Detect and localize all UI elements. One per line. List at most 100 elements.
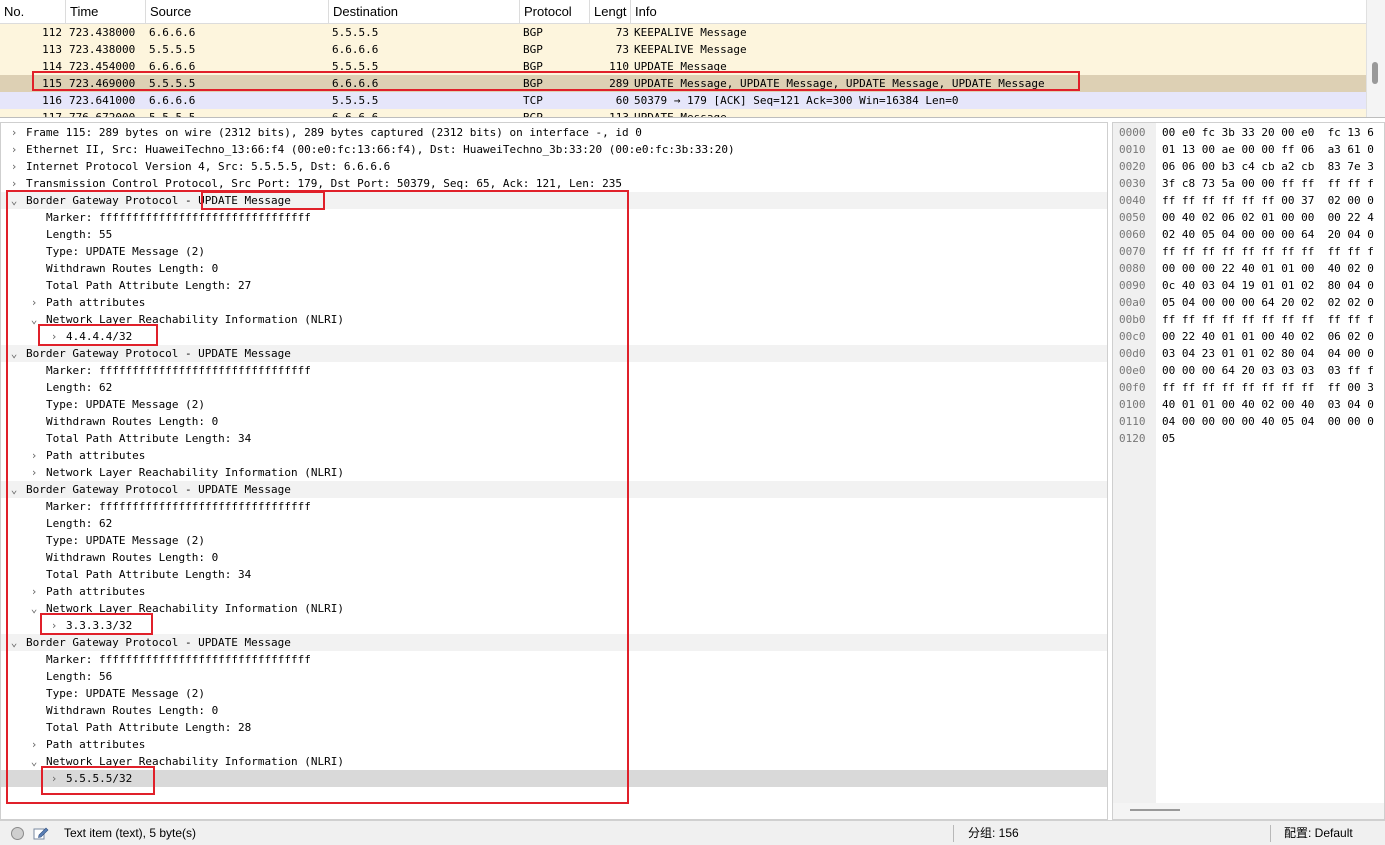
- packet-details-pane[interactable]: › Frame 115: 289 bytes on wire (2312 bits…: [0, 122, 1108, 820]
- hex-bytes[interactable]: 01 13 00 ae 00 00 ff 06 a3 61 0: [1162, 141, 1374, 158]
- column-header-protocol[interactable]: Protocol: [520, 0, 590, 24]
- detail-tree-item[interactable]: Type: UPDATE Message (2): [1, 532, 1107, 549]
- detail-tree-item[interactable]: Marker: ffffffffffffffffffffffffffffffff: [1, 209, 1107, 226]
- detail-tree-item[interactable]: › Path attributes: [1, 736, 1107, 753]
- hex-bytes[interactable]: 00 22 40 01 01 00 40 02 06 02 0: [1162, 328, 1374, 345]
- column-header-info[interactable]: Info: [631, 0, 1366, 24]
- hex-horizontal-scrollbar[interactable]: [1113, 803, 1384, 819]
- detail-tree-item[interactable]: ⌄ Network Layer Reachability Information …: [1, 600, 1107, 617]
- chevron-right-icon[interactable]: ›: [9, 124, 19, 141]
- hex-bytes[interactable]: 00 40 02 06 02 01 00 00 00 22 4: [1162, 209, 1374, 226]
- detail-tree-item[interactable]: › 4.4.4.4/32: [1, 328, 1107, 345]
- detail-tree-item[interactable]: Total Path Attribute Length: 28: [1, 719, 1107, 736]
- detail-tree-item[interactable]: ⌄ Border Gateway Protocol - UPDATE Messag…: [1, 192, 1107, 209]
- detail-tree-item[interactable]: Type: UPDATE Message (2): [1, 396, 1107, 413]
- detail-tree-item[interactable]: Marker: ffffffffffffffffffffffffffffffff: [1, 651, 1107, 668]
- detail-tree-item[interactable]: › 5.5.5.5/32: [1, 770, 1107, 787]
- hex-bytes[interactable]: 05: [1162, 430, 1175, 447]
- detail-tree-item[interactable]: › Network Layer Reachability Information …: [1, 464, 1107, 481]
- packet-list-scrollbar[interactable]: [1366, 0, 1385, 117]
- packet-row[interactable]: 113 723.438000 5.5.5.5 6.6.6.6 BGP 73 KEEPALIV…: [0, 41, 1366, 58]
- column-header-no[interactable]: No.: [0, 0, 66, 24]
- column-header-source[interactable]: Source: [146, 0, 329, 24]
- packet-row[interactable]: 114 723.454000 6.6.6.6 5.5.5.5 BGP 110 UPDATE …: [0, 58, 1366, 75]
- hex-bytes[interactable]: 02 40 05 04 00 00 00 64 20 04 0: [1162, 226, 1374, 243]
- chevron-right-icon[interactable]: ›: [49, 770, 59, 787]
- column-header-length[interactable]: Lengt: [590, 0, 631, 24]
- chevron-down-icon[interactable]: ⌄: [9, 634, 19, 651]
- hex-bytes[interactable]: ff ff ff ff ff ff 00 37 02 00 0: [1162, 192, 1374, 209]
- detail-tree-item[interactable]: ⌄ Network Layer Reachability Information …: [1, 311, 1107, 328]
- detail-tree-item[interactable]: Marker: ffffffffffffffffffffffffffffffff: [1, 362, 1107, 379]
- scrollbar-thumb[interactable]: [1130, 809, 1180, 811]
- detail-tree-item[interactable]: › 3.3.3.3/32: [1, 617, 1107, 634]
- chevron-down-icon[interactable]: ⌄: [29, 311, 39, 328]
- detail-tree-item[interactable]: Withdrawn Routes Length: 0: [1, 702, 1107, 719]
- packet-row[interactable]: 117 776.672000 5.5.5.5 6.6.6.6 BGP 113 UPDATE …: [0, 109, 1366, 117]
- hex-bytes[interactable]: 03 04 23 01 01 02 80 04 04 00 0: [1162, 345, 1374, 362]
- edit-comment-icon[interactable]: [33, 826, 49, 840]
- chevron-right-icon[interactable]: ›: [9, 158, 19, 175]
- detail-tree-item[interactable]: Length: 62: [1, 379, 1107, 396]
- hex-bytes[interactable]: ff ff ff ff ff ff ff ff ff 00 3: [1162, 379, 1374, 396]
- hex-bytes[interactable]: 3f c8 73 5a 00 00 ff ff ff ff f: [1162, 175, 1374, 192]
- detail-tree-item[interactable]: › Transmission Control Protocol, Src Port…: [1, 175, 1107, 192]
- detail-tree-item[interactable]: ⌄ Border Gateway Protocol - UPDATE Messag…: [1, 345, 1107, 362]
- packet-row[interactable]: 112 723.438000 6.6.6.6 5.5.5.5 BGP 73 KEEPALIV…: [0, 24, 1366, 41]
- hex-bytes[interactable]: 00 00 00 64 20 03 03 03 03 ff f: [1162, 362, 1374, 379]
- hex-bytes[interactable]: ff ff ff ff ff ff ff ff ff ff f: [1162, 311, 1374, 328]
- detail-tree-item[interactable]: Type: UPDATE Message (2): [1, 685, 1107, 702]
- detail-tree-item[interactable]: ⌄ Border Gateway Protocol - UPDATE Messag…: [1, 634, 1107, 651]
- chevron-right-icon[interactable]: ›: [9, 141, 19, 158]
- hex-bytes[interactable]: 06 06 00 b3 c4 cb a2 cb 83 7e 3: [1162, 158, 1374, 175]
- packet-bytes-pane[interactable]: 0000 00 e0 fc 3b 33 20 00 e0 fc 13 6 0010 0…: [1112, 122, 1385, 820]
- chevron-right-icon[interactable]: ›: [29, 464, 39, 481]
- chevron-right-icon[interactable]: ›: [49, 617, 59, 634]
- detail-tree-item[interactable]: ⌄ Border Gateway Protocol - UPDATE Messag…: [1, 481, 1107, 498]
- chevron-down-icon[interactable]: ⌄: [29, 753, 39, 770]
- detail-tree-item[interactable]: Withdrawn Routes Length: 0: [1, 260, 1107, 277]
- packet-list[interactable]: No. Time Source Destination Protocol Len…: [0, 0, 1385, 118]
- chevron-down-icon[interactable]: ⌄: [9, 192, 19, 209]
- detail-tree-item[interactable]: Withdrawn Routes Length: 0: [1, 549, 1107, 566]
- status-indicator-icon[interactable]: [11, 827, 24, 840]
- chevron-down-icon[interactable]: ⌄: [9, 345, 19, 362]
- hex-bytes[interactable]: 40 01 01 00 40 02 00 40 03 04 0: [1162, 396, 1374, 413]
- chevron-right-icon[interactable]: ›: [29, 736, 39, 753]
- chevron-right-icon[interactable]: ›: [9, 175, 19, 192]
- hex-bytes[interactable]: 05 04 00 00 00 64 20 02 02 02 0: [1162, 294, 1374, 311]
- hex-bytes[interactable]: 00 00 00 22 40 01 01 00 40 02 0: [1162, 260, 1374, 277]
- column-header-time[interactable]: Time: [66, 0, 146, 24]
- chevron-right-icon[interactable]: ›: [29, 294, 39, 311]
- hex-bytes[interactable]: 00 e0 fc 3b 33 20 00 e0 fc 13 6: [1162, 124, 1374, 141]
- detail-tree-item[interactable]: Marker: ffffffffffffffffffffffffffffffff: [1, 498, 1107, 515]
- packet-row[interactable]: 116 723.641000 6.6.6.6 5.5.5.5 TCP 60 50379 → …: [0, 92, 1366, 109]
- hex-bytes[interactable]: ff ff ff ff ff ff ff ff ff ff f: [1162, 243, 1374, 260]
- detail-tree-item[interactable]: Total Path Attribute Length: 34: [1, 566, 1107, 583]
- scrollbar-thumb[interactable]: [1372, 62, 1378, 84]
- chevron-right-icon[interactable]: ›: [49, 328, 59, 345]
- detail-tree-item[interactable]: › Ethernet II, Src: HuaweiTechno_13:66:f4…: [1, 141, 1107, 158]
- detail-tree-item[interactable]: Length: 62: [1, 515, 1107, 532]
- chevron-down-icon[interactable]: ⌄: [29, 600, 39, 617]
- detail-tree-item[interactable]: Total Path Attribute Length: 27: [1, 277, 1107, 294]
- packet-row[interactable]: 115 723.469000 5.5.5.5 6.6.6.6 BGP 289 UPDATE …: [0, 75, 1366, 92]
- chevron-down-icon[interactable]: ⌄: [9, 481, 19, 498]
- detail-tree-item[interactable]: Length: 56: [1, 668, 1107, 685]
- hex-bytes[interactable]: 0c 40 03 04 19 01 01 02 80 04 0: [1162, 277, 1374, 294]
- detail-tree-item[interactable]: Length: 55: [1, 226, 1107, 243]
- detail-tree-item[interactable]: › Frame 115: 289 bytes on wire (2312 bits…: [1, 124, 1107, 141]
- detail-tree-item[interactable]: › Internet Protocol Version 4, Src: 5.5.5…: [1, 158, 1107, 175]
- detail-tree-item[interactable]: Type: UPDATE Message (2): [1, 243, 1107, 260]
- chevron-right-icon[interactable]: ›: [29, 583, 39, 600]
- detail-tree-item[interactable]: Total Path Attribute Length: 34: [1, 430, 1107, 447]
- hex-bytes[interactable]: 04 00 00 00 00 40 05 04 00 00 0: [1162, 413, 1374, 430]
- detail-tree-item[interactable]: ⌄ Network Layer Reachability Information …: [1, 753, 1107, 770]
- status-profile[interactable]: 配置: Default: [1284, 821, 1353, 845]
- chevron-right-icon[interactable]: ›: [29, 447, 39, 464]
- column-header-destination[interactable]: Destination: [329, 0, 520, 24]
- detail-tree-item[interactable]: › Path attributes: [1, 583, 1107, 600]
- detail-tree-item[interactable]: › Path attributes: [1, 294, 1107, 311]
- detail-tree-item[interactable]: › Path attributes: [1, 447, 1107, 464]
- detail-tree-item[interactable]: Withdrawn Routes Length: 0: [1, 413, 1107, 430]
